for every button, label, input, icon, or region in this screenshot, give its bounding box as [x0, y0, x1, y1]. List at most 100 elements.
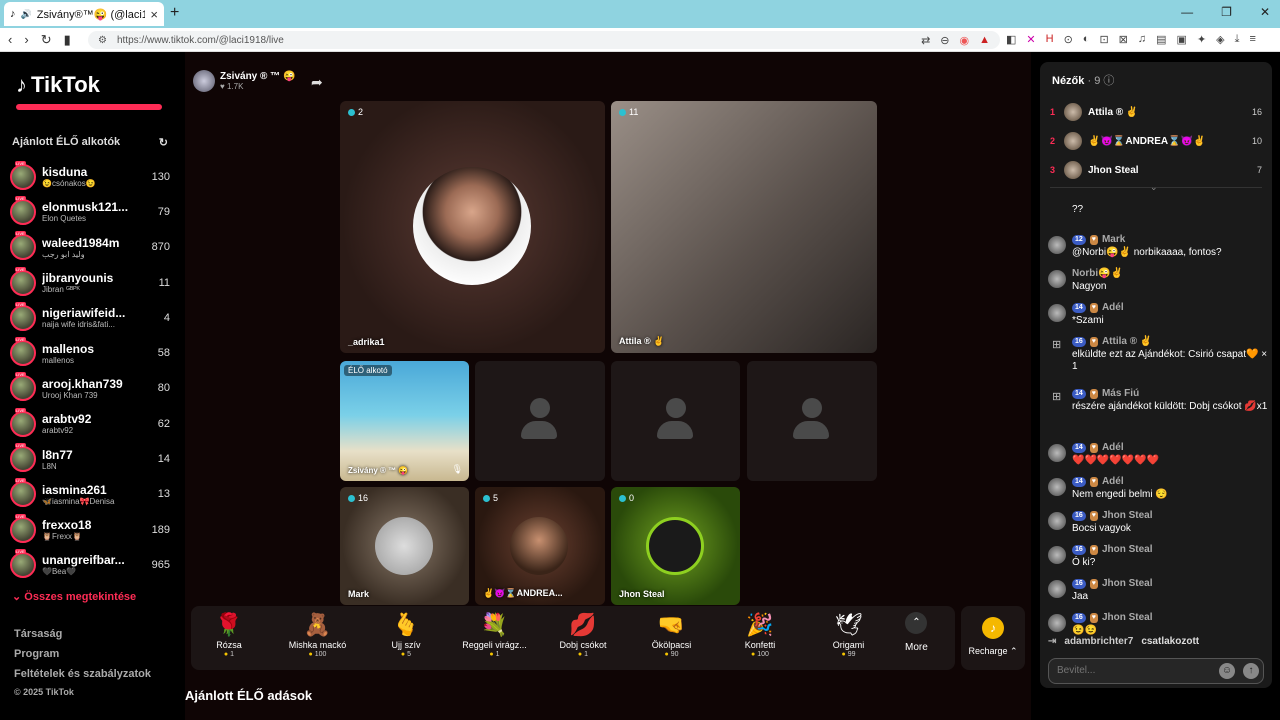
music-icon[interactable]: ♫	[1138, 33, 1146, 46]
creator-avatar[interactable]	[10, 513, 36, 543]
guest-tile-4[interactable]: 5 ✌😈⌛ANDREA...	[475, 487, 605, 605]
site-info-icon[interactable]: ⚙	[98, 35, 107, 46]
chat-avatar[interactable]	[1048, 546, 1066, 564]
chat-input[interactable]	[1057, 665, 1217, 676]
emoji-icon[interactable]: ☺	[1219, 663, 1235, 679]
share-icon[interactable]: ➦	[311, 74, 323, 91]
tiktok-logo[interactable]: ♪ TikTok	[16, 72, 100, 98]
chat-username[interactable]: Jhon Steal	[1102, 578, 1153, 589]
creator-item[interactable]: nigeriawifeid... naija wife idris&fati..…	[10, 300, 170, 335]
back-icon[interactable]: ‹	[8, 32, 12, 48]
reload-icon[interactable]: ↻	[41, 32, 52, 48]
url-field[interactable]: ⚙ https://www.tiktok.com/@laci1918/live …	[88, 31, 1000, 49]
empty-seat-2[interactable]	[611, 361, 740, 481]
close-window-icon[interactable]: ✕	[1260, 5, 1270, 19]
chat-username[interactable]: Adél	[1102, 302, 1124, 313]
audio-icon[interactable]: 🔊	[21, 9, 32, 20]
chat-avatar[interactable]	[1048, 236, 1066, 254]
see-all-link[interactable]: ⌄ Összes megtekintése	[12, 590, 136, 603]
creator-item[interactable]: unangreifbar... 🖤Bea🖤 965	[10, 547, 170, 582]
extension-icon[interactable]: ◐	[1083, 33, 1090, 46]
gift-item[interactable]: 🎉 Konfetti 100	[718, 612, 802, 658]
gift-item[interactable]: 🤜 Ökölpacsi 90	[630, 612, 714, 658]
gift-item[interactable]: 🕊 Origami 99	[807, 612, 891, 658]
creator-avatar[interactable]	[10, 443, 36, 473]
shield-extension-icon[interactable]: ◉	[960, 34, 970, 47]
viewer-rank-item[interactable]: 1 Attila ® ✌ 16	[1050, 102, 1262, 122]
chat-avatar[interactable]	[1048, 270, 1066, 288]
refresh-icon[interactable]: ↻	[159, 136, 168, 149]
creator-avatar[interactable]	[10, 478, 36, 508]
footer-link-terms[interactable]: Feltételek és szabályzatok	[14, 664, 151, 684]
chat-username[interactable]: Mark	[1102, 234, 1125, 245]
creator-avatar[interactable]	[10, 231, 36, 261]
chat-username[interactable]: Attila ® ✌	[1102, 336, 1152, 347]
viewer-rank-item[interactable]: 3 Jhon Steal 7	[1050, 160, 1262, 180]
chat-username[interactable]: Jhon Steal	[1102, 612, 1153, 623]
more-gifts-button[interactable]: ⌃ More	[905, 612, 928, 653]
guest-tile-1[interactable]: 2 _adrika1	[340, 101, 605, 353]
chat-username[interactable]: Jhon Steal	[1102, 510, 1153, 521]
extension-icon[interactable]: ⊙	[1064, 33, 1073, 46]
new-tab-button[interactable]: +	[170, 4, 179, 22]
extension-icon[interactable]: ⊠	[1119, 33, 1128, 46]
viewer-rank-item[interactable]: 2 ✌😈⌛ANDREA⌛😈✌ 10	[1050, 131, 1262, 151]
gift-item[interactable]: 🫰 Ujj szív 5	[364, 612, 448, 658]
recharge-button[interactable]: ♪ Recharge ⌃	[961, 606, 1025, 670]
creator-item[interactable]: waleed1984m وليد ابو رجب 870	[10, 230, 170, 265]
creator-avatar[interactable]	[10, 301, 36, 331]
empty-seat-1[interactable]	[475, 361, 605, 481]
chevron-down-icon[interactable]: ⌄	[1150, 182, 1158, 193]
footer-link-company[interactable]: Társaság	[14, 624, 151, 644]
creator-item[interactable]: kisduna 😉csónakos😉 130	[10, 159, 170, 194]
chat-username[interactable]: Adél	[1102, 442, 1124, 453]
creator-item[interactable]: jibranyounis Jibran ᴳᴮᴾᴷ 11	[10, 265, 170, 300]
creator-avatar[interactable]	[10, 372, 36, 402]
chat-avatar[interactable]	[1048, 512, 1066, 530]
creator-item[interactable]: iasmina261 🦋iasmina🎀Denisa 13	[10, 477, 170, 512]
chat-username[interactable]: Adél	[1102, 476, 1124, 487]
extensions-icon[interactable]: ✦	[1197, 33, 1206, 46]
creator-item[interactable]: arabtv92 arabtv92 62	[10, 406, 170, 441]
guest-tile-2[interactable]: 11 Attila ® ✌	[611, 101, 877, 353]
gift-item[interactable]: 🧸 Mishka mackó 100	[276, 612, 360, 658]
forward-icon[interactable]: ›	[24, 32, 28, 48]
chat-avatar[interactable]	[1048, 478, 1066, 496]
creator-item[interactable]: mallenos mallenos 58	[10, 335, 170, 370]
creator-avatar[interactable]	[10, 160, 36, 190]
creator-avatar[interactable]	[10, 266, 36, 296]
chat-avatar[interactable]	[1048, 444, 1066, 462]
gift-item[interactable]: 🌹 Rózsa 1	[187, 612, 271, 658]
send-icon[interactable]: ↑	[1243, 663, 1259, 679]
host-tile[interactable]: ÉLŐ alkotó Zsivány ® ™ 😜 🎙	[340, 361, 469, 481]
chat-avatar[interactable]	[1048, 614, 1066, 632]
extension-icon[interactable]: ⊡	[1099, 33, 1108, 46]
creator-item[interactable]: frexxo18 🦉Frexx🦉 189	[10, 512, 170, 547]
extension-icon[interactable]: ✕	[1026, 33, 1035, 46]
chat-username[interactable]: Norbi😜✌	[1072, 268, 1123, 279]
bookmark-icon[interactable]: ▮	[64, 32, 71, 48]
download-icon[interactable]: ⤓	[1235, 33, 1240, 46]
guest-tile-3[interactable]: 16 Mark	[340, 487, 469, 605]
maximize-icon[interactable]: ❐	[1221, 5, 1232, 19]
chat-avatar[interactable]	[1048, 304, 1066, 322]
translate-icon[interactable]: ⇄	[921, 34, 930, 47]
chat-avatar[interactable]	[1048, 580, 1066, 598]
creator-avatar[interactable]	[10, 548, 36, 578]
creator-avatar[interactable]	[10, 337, 36, 367]
host-avatar[interactable]	[193, 70, 215, 92]
creator-avatar[interactable]	[10, 195, 36, 225]
creator-item[interactable]: l8n77 L8N 14	[10, 441, 170, 476]
host-info[interactable]: Zsivány ® ™ 😜 ♥ 1.7K	[193, 70, 295, 92]
wallet-icon[interactable]: ▣	[1177, 33, 1187, 46]
tab-close-icon[interactable]: ×	[150, 7, 158, 22]
triangle-extension-icon[interactable]: ▲	[979, 34, 990, 47]
footer-link-program[interactable]: Program	[14, 644, 151, 664]
creator-item[interactable]: elonmusk121... Elon Quetes 79	[10, 194, 170, 229]
gift-item[interactable]: 💋 Dobj csókot 1	[541, 612, 625, 658]
creator-avatar[interactable]	[10, 407, 36, 437]
guest-tile-5[interactable]: 0 Jhon Steal	[611, 487, 740, 605]
browser-tab[interactable]: ♪ 🔊 Zsivány®™😜 (@laci1918) É... ×	[4, 2, 164, 26]
zoom-icon[interactable]: ⊖	[940, 34, 949, 47]
sidebar-icon[interactable]: ▤	[1156, 33, 1166, 46]
